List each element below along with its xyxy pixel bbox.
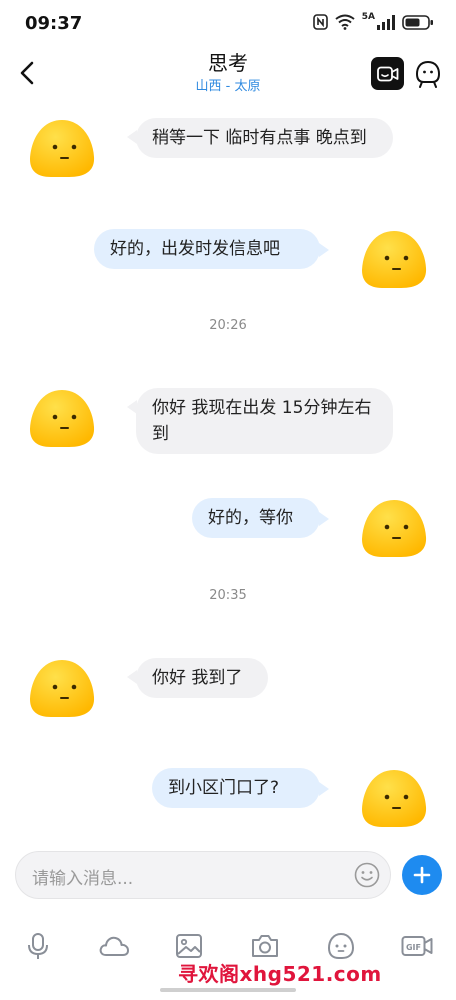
status-time: 09:37 [25, 13, 83, 34]
nfc-icon [312, 14, 328, 30]
chevron-left-icon [20, 61, 34, 85]
contact-avatar[interactable] [27, 117, 97, 179]
microphone-icon [28, 933, 48, 959]
gif-button[interactable]: GIF [399, 930, 435, 962]
home-indicator[interactable] [160, 988, 296, 992]
battery-icon [402, 14, 433, 30]
svg-text:GIF: GIF [406, 943, 421, 952]
contact-avatar[interactable] [27, 387, 97, 449]
message-bubble[interactable]: 稍等一下 临时有点事 晚点到 [127, 118, 393, 158]
message-bubble[interactable]: 你好 我现在出发 15分钟左右到 [127, 388, 393, 454]
cloud-icon [99, 936, 129, 956]
smiley-icon[interactable] [354, 862, 380, 888]
camera-icon [252, 935, 278, 957]
signal-icon [377, 14, 395, 30]
title-block: 思考 山西 - 太原 [128, 50, 328, 96]
video-call-button[interactable] [371, 57, 404, 90]
plus-icon [413, 866, 431, 884]
video-call-icon [376, 66, 398, 81]
message-bubble[interactable]: 好的，出发时发信息吧 [94, 229, 329, 269]
contact-location: 山西 - 太原 [195, 79, 261, 94]
chat-header: 思考 山西 - 太原 [0, 44, 456, 102]
back-button[interactable] [12, 56, 42, 90]
wifi-icon [335, 14, 355, 30]
message-bubble[interactable]: 好的，等你 [192, 498, 329, 538]
message-timestamp: 20:26 [209, 318, 247, 333]
status-icons: 5A [312, 12, 434, 30]
cloud-button[interactable] [96, 930, 132, 962]
profile-icon [415, 60, 441, 88]
my-avatar[interactable] [359, 767, 429, 829]
contact-avatar[interactable] [27, 657, 97, 719]
image-icon [176, 934, 202, 958]
my-avatar[interactable] [359, 228, 429, 290]
more-actions-button[interactable] [402, 855, 442, 895]
status-bar: 09:37 5A [0, 0, 456, 44]
voice-button[interactable] [20, 930, 56, 962]
message-bubble[interactable]: 到小区门口了? [152, 768, 329, 808]
gif-icon: GIF [401, 936, 433, 956]
contact-name: 思考 [208, 51, 248, 75]
my-avatar[interactable] [359, 497, 429, 559]
network-type: 5A [361, 12, 375, 22]
profile-button[interactable] [413, 58, 443, 90]
sticker-icon [327, 932, 355, 959]
message-input[interactable]: 请输入消息... [15, 851, 391, 899]
watermark: 寻欢阁xhg521.com [178, 962, 382, 986]
message-timestamp: 20:35 [209, 588, 247, 603]
message-bubble[interactable]: 你好 我到了 [127, 658, 268, 698]
message-input-placeholder: 请输入消息... [32, 869, 134, 889]
